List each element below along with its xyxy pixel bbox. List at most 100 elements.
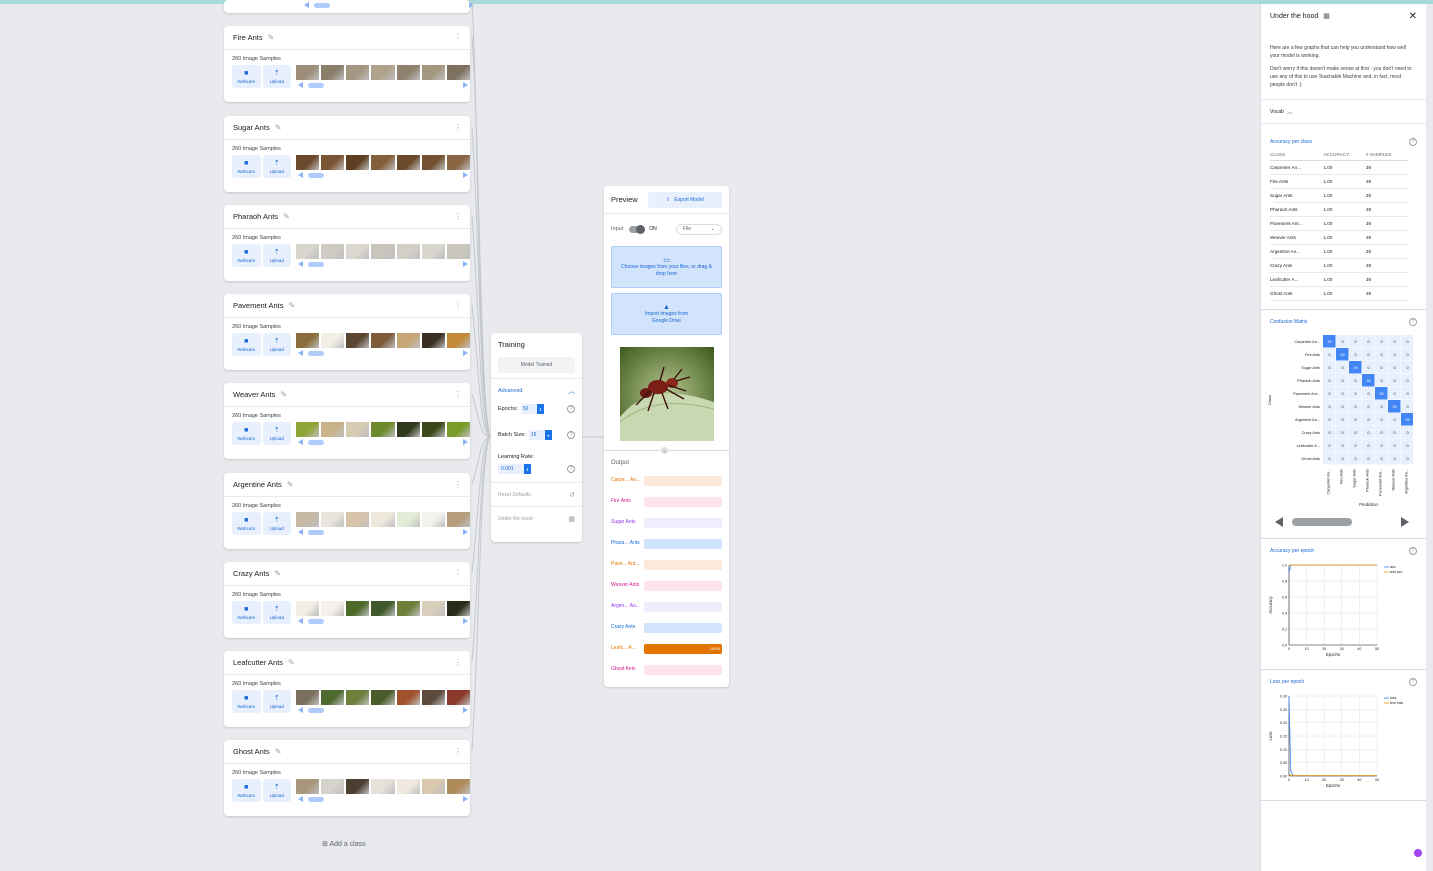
more-options-icon[interactable]: ⋮ bbox=[454, 658, 462, 667]
sample-thumbnail[interactable] bbox=[396, 512, 420, 527]
webcam-button[interactable]: ■ Webcam bbox=[232, 333, 261, 356]
sample-thumbnail[interactable] bbox=[296, 244, 320, 259]
upload-button[interactable]: ⇡ Upload bbox=[262, 512, 291, 535]
close-icon[interactable]: ✕ bbox=[1409, 11, 1417, 22]
sample-thumbnail[interactable] bbox=[446, 65, 470, 80]
thumbnail-scrollbar[interactable] bbox=[296, 618, 470, 624]
sample-thumbnail[interactable] bbox=[296, 155, 320, 170]
upload-button[interactable]: ⇡ Upload bbox=[262, 779, 291, 802]
help-icon[interactable]: ? bbox=[1409, 678, 1417, 687]
chevron-down-icon[interactable]: ▾ bbox=[544, 430, 552, 440]
scroll-right-icon[interactable] bbox=[463, 439, 468, 445]
sample-thumbnail[interactable] bbox=[371, 422, 395, 437]
sample-thumbnail[interactable] bbox=[321, 155, 345, 170]
sample-thumbnail[interactable] bbox=[371, 65, 395, 80]
vocab-toggle[interactable]: Vocab ︿ bbox=[1261, 100, 1426, 124]
scroll-thumb[interactable] bbox=[308, 440, 324, 445]
scroll-thumb[interactable] bbox=[1292, 518, 1352, 527]
export-model-button[interactable]: ⇪ Export Model bbox=[648, 191, 722, 208]
scroll-left-icon[interactable] bbox=[298, 529, 303, 535]
edit-icon[interactable]: ✎ bbox=[275, 123, 282, 132]
sample-thumbnail[interactable] bbox=[346, 690, 370, 705]
help-icon[interactable]: ? bbox=[1409, 547, 1417, 556]
class-name[interactable]: Crazy Ants bbox=[233, 569, 269, 578]
epochs-input[interactable]: 50 bbox=[520, 404, 537, 414]
edit-icon[interactable]: ✎ bbox=[288, 658, 295, 667]
google-drive-import[interactable]: ▲ Import images from Google Drive bbox=[611, 293, 722, 335]
under-the-hood-button[interactable]: Under the hood ▦ bbox=[491, 506, 582, 530]
upload-button[interactable]: ⇡ Upload bbox=[262, 601, 291, 624]
sample-thumbnail[interactable] bbox=[421, 65, 445, 80]
sample-thumbnail[interactable] bbox=[446, 422, 470, 437]
more-options-icon[interactable]: ⋮ bbox=[454, 747, 462, 756]
scroll-right-icon[interactable] bbox=[463, 82, 468, 88]
sample-thumbnail[interactable] bbox=[421, 779, 445, 794]
sample-thumbnail[interactable] bbox=[346, 601, 370, 616]
train-model-button[interactable]: Model Trained bbox=[498, 357, 575, 373]
class-name[interactable]: Argentine Ants bbox=[233, 480, 282, 489]
webcam-button[interactable]: ■ Webcam bbox=[232, 155, 261, 178]
scroll-right-icon[interactable] bbox=[463, 618, 468, 624]
sample-thumbnail[interactable] bbox=[346, 155, 370, 170]
webcam-button[interactable]: ■ Webcam bbox=[232, 690, 261, 713]
edit-icon[interactable]: ✎ bbox=[268, 33, 275, 42]
sample-thumbnail[interactable] bbox=[371, 779, 395, 794]
sample-thumbnail[interactable] bbox=[346, 779, 370, 794]
scroll-thumb[interactable] bbox=[308, 708, 324, 713]
sample-thumbnail[interactable] bbox=[346, 422, 370, 437]
sample-thumbnail[interactable] bbox=[296, 690, 320, 705]
sample-thumbnail[interactable] bbox=[421, 333, 445, 348]
upload-button[interactable]: ⇡ Upload bbox=[262, 690, 291, 713]
sample-thumbnail[interactable] bbox=[346, 333, 370, 348]
class-name[interactable]: Fire Ants bbox=[233, 33, 263, 42]
scroll-thumb[interactable] bbox=[308, 262, 324, 267]
scroll-left-icon[interactable] bbox=[298, 350, 303, 356]
class-name[interactable]: Weaver Ants bbox=[233, 390, 275, 399]
scroll-left-icon[interactable] bbox=[1275, 517, 1283, 528]
sample-thumbnail[interactable] bbox=[321, 512, 345, 527]
sample-thumbnail[interactable] bbox=[371, 155, 395, 170]
class-name[interactable]: Leafcutter Ants bbox=[233, 658, 283, 667]
webcam-button[interactable]: ■ Webcam bbox=[232, 512, 261, 535]
thumbnail-scrollbar[interactable] bbox=[296, 82, 470, 88]
confusion-matrix-scrollbar[interactable] bbox=[1270, 516, 1417, 528]
sample-thumbnail[interactable] bbox=[321, 779, 345, 794]
scroll-thumb[interactable] bbox=[308, 530, 324, 535]
sample-thumbnail[interactable] bbox=[421, 601, 445, 616]
add-class-button[interactable]: ⊞ Add a class bbox=[322, 840, 366, 848]
sample-thumbnail[interactable] bbox=[371, 601, 395, 616]
scroll-left-icon[interactable] bbox=[298, 707, 303, 713]
thumbnail-scrollbar[interactable] bbox=[296, 529, 470, 535]
scroll-right-icon[interactable] bbox=[463, 529, 468, 535]
sample-thumbnail[interactable] bbox=[346, 512, 370, 527]
scroll-left-icon[interactable] bbox=[298, 82, 303, 88]
more-options-icon[interactable]: ⋮ bbox=[454, 480, 462, 489]
class-name[interactable]: Pavement Ants bbox=[233, 301, 283, 310]
webcam-button[interactable]: ■ Webcam bbox=[232, 65, 261, 88]
scroll-thumb[interactable] bbox=[308, 619, 324, 624]
sample-thumbnail[interactable] bbox=[371, 333, 395, 348]
sample-thumbnail[interactable] bbox=[296, 512, 320, 527]
sample-thumbnail[interactable] bbox=[446, 155, 470, 170]
scroll-right-icon[interactable] bbox=[463, 350, 468, 356]
scroll-right-icon[interactable] bbox=[463, 261, 468, 267]
thumbnail-scrollbar[interactable] bbox=[296, 172, 470, 178]
scroll-right-icon[interactable] bbox=[463, 796, 468, 802]
assistant-badge[interactable] bbox=[1414, 849, 1422, 857]
sample-thumbnail[interactable] bbox=[421, 422, 445, 437]
help-icon[interactable]: ? bbox=[567, 465, 575, 473]
sample-thumbnail[interactable] bbox=[321, 244, 345, 259]
upload-button[interactable]: ⇡ Upload bbox=[262, 244, 291, 267]
scroll-left-icon[interactable] bbox=[298, 439, 303, 445]
sample-thumbnail[interactable] bbox=[346, 65, 370, 80]
thumbnail-scrollbar[interactable] bbox=[296, 261, 470, 267]
sample-thumbnail[interactable] bbox=[446, 690, 470, 705]
scroll-left-icon[interactable] bbox=[298, 261, 303, 267]
help-icon[interactable]: ? bbox=[567, 431, 575, 439]
webcam-button[interactable]: ■ Webcam bbox=[232, 779, 261, 802]
sample-thumbnail[interactable] bbox=[446, 512, 470, 527]
sample-thumbnail[interactable] bbox=[396, 601, 420, 616]
sample-thumbnail[interactable] bbox=[321, 333, 345, 348]
chevron-down-icon[interactable]: ⌄ bbox=[661, 447, 668, 454]
upload-button[interactable]: ⇡ Upload bbox=[262, 333, 291, 356]
